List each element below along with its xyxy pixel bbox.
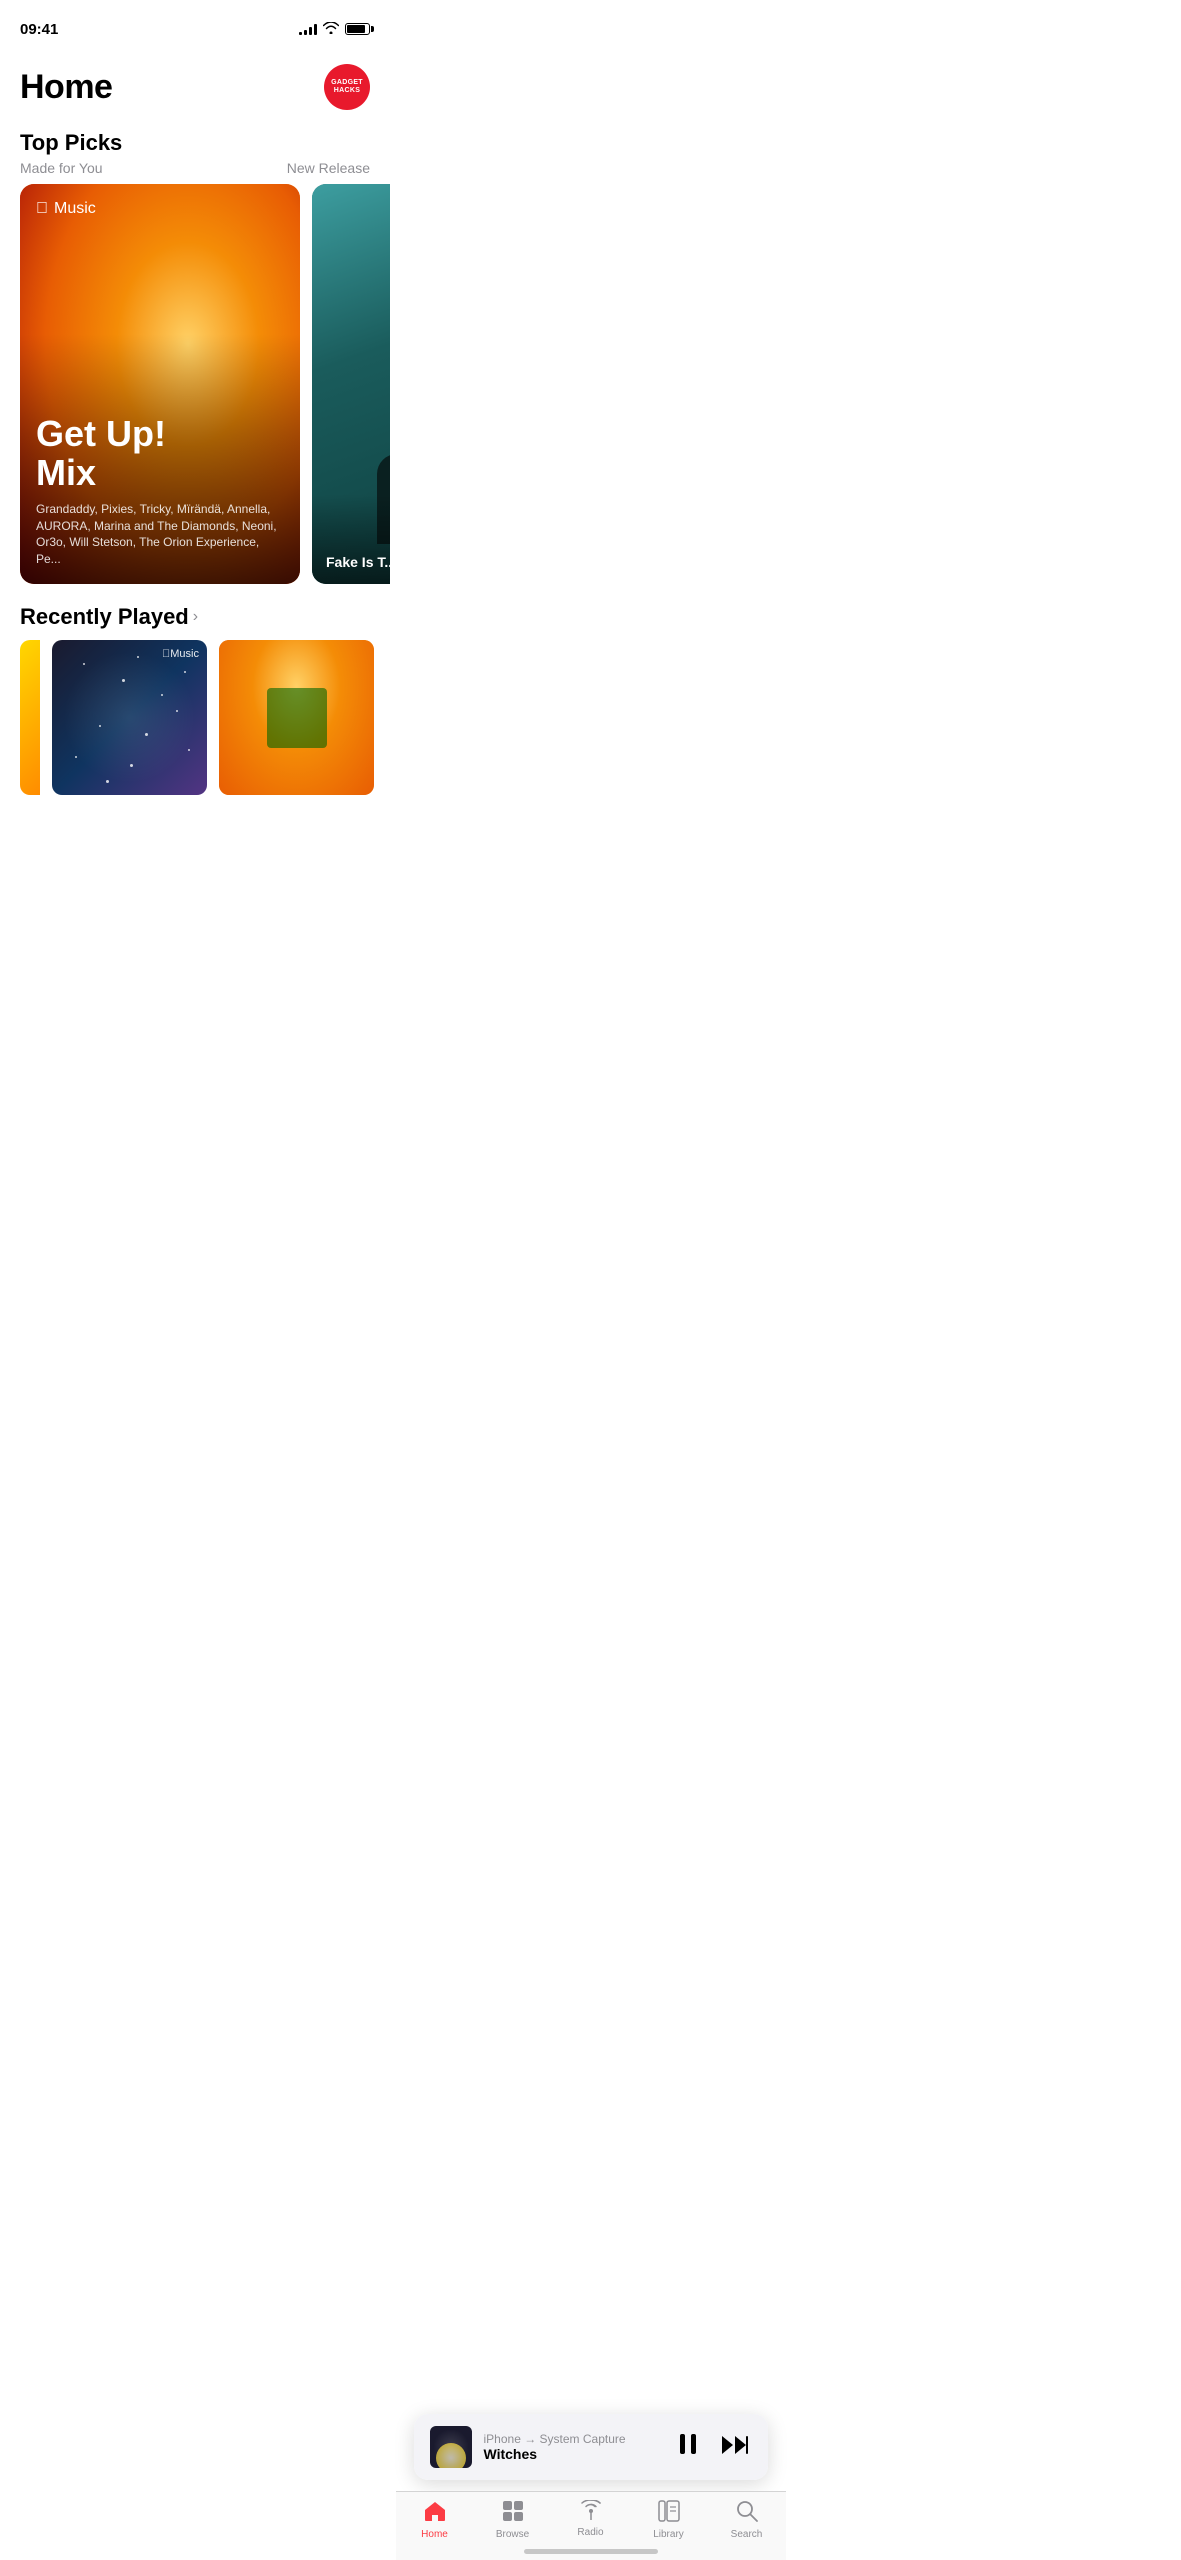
tab-library[interactable]: Library	[630, 2500, 708, 2540]
recent-card-1[interactable]: Music	[52, 640, 207, 795]
page-title: Home	[20, 68, 112, 107]
top-picks-subtitle-row: Made for You New Release	[0, 160, 390, 184]
get-up-mix-title: Get Up! Mix	[36, 414, 284, 493]
top-picks-section-header: Top Picks	[0, 120, 390, 160]
now-playing-thumbnail	[430, 2426, 472, 2468]
tab-search[interactable]: Search	[708, 2500, 786, 2540]
status-icons	[299, 21, 370, 37]
now-playing-source: iPhone → System Capture	[484, 2432, 626, 2446]
page-header: Home GADGET HACKS	[0, 44, 390, 120]
bottom-spacer	[0, 795, 390, 975]
tab-home[interactable]: Home	[396, 2500, 474, 2540]
recently-played-cards: Music	[0, 640, 390, 795]
new-release-link[interactable]: New Release	[287, 160, 370, 176]
search-icon	[736, 2500, 758, 2526]
new-release-title: Fake Is T...	[326, 554, 390, 570]
apple-music-badge-small: Music	[162, 648, 199, 660]
recent-card-partial[interactable]	[20, 640, 40, 795]
top-picks-cards:  Music Get Up! Mix Grandaddy, Pixies, T…	[0, 184, 390, 584]
signal-bars-icon	[299, 23, 317, 35]
home-icon	[423, 2500, 447, 2526]
radio-tab-label: Radio	[577, 2527, 603, 2538]
library-icon	[658, 2500, 680, 2526]
now-playing-bar[interactable]: iPhone → System Capture Witches	[414, 2414, 768, 2480]
now-playing-title: Witches	[484, 2446, 626, 2462]
library-tab-label: Library	[653, 2529, 684, 2540]
status-time: 09:41	[20, 21, 58, 38]
home-indicator	[524, 2549, 658, 2554]
top-picks-title: Top Picks	[20, 130, 122, 156]
radio-icon	[578, 2500, 604, 2524]
gadget-hacks-badge[interactable]: GADGET HACKS	[324, 64, 370, 110]
recently-played-header[interactable]: Recently Played ›	[0, 584, 390, 640]
apple-music-logo:  Music	[36, 200, 96, 218]
browse-icon	[502, 2500, 524, 2526]
status-bar: 09:41	[0, 0, 390, 44]
fast-forward-button[interactable]	[718, 2431, 752, 2464]
now-playing-controls	[674, 2429, 752, 2465]
recent-card-2[interactable]	[219, 640, 374, 795]
get-up-mix-description: Grandaddy, Pixies, Tricky, Mïrändä, Anne…	[36, 501, 284, 568]
pause-button[interactable]	[674, 2429, 702, 2465]
wifi-icon	[323, 21, 339, 37]
browse-tab-label: Browse	[496, 2529, 529, 2540]
tab-browse[interactable]: Browse	[474, 2500, 552, 2540]
search-tab-label: Search	[731, 2529, 763, 2540]
made-for-you-label: Made for You	[20, 160, 103, 176]
home-tab-label: Home	[421, 2529, 448, 2540]
chevron-right-icon: ›	[193, 608, 198, 626]
get-up-mix-card[interactable]:  Music Get Up! Mix Grandaddy, Pixies, T…	[20, 184, 300, 584]
battery-icon	[345, 23, 370, 35]
new-release-card[interactable]: Fake Is T...	[312, 184, 390, 584]
tab-radio[interactable]: Radio	[552, 2500, 630, 2540]
recently-played-title: Recently Played	[20, 604, 189, 630]
